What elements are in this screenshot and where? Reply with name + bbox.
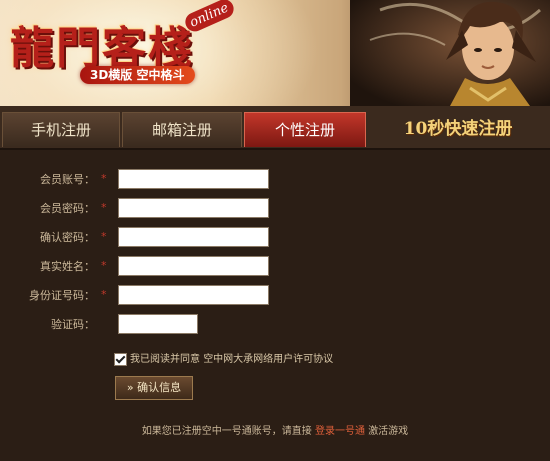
password-input[interactable] — [118, 198, 269, 218]
tab-quick-register[interactable]: 10秒快速注册 — [368, 112, 548, 146]
agreement-link[interactable]: 空中网大承网络用户许可协议 — [203, 354, 333, 365]
agreement-checkbox[interactable] — [114, 352, 127, 366]
form-row-id-number: 身份证号码： * — [0, 285, 550, 307]
id-number-input[interactable] — [118, 285, 269, 305]
required-mark: * — [101, 230, 107, 243]
tab-email-register[interactable]: 邮箱注册 — [122, 112, 242, 147]
form-row-password: 会员密码： * — [0, 198, 550, 220]
agreement-row: 我已阅读并同意 空中网大承网络用户许可协议 — [114, 350, 333, 366]
registration-tabs: 手机注册 邮箱注册 个性注册 10秒快速注册 — [0, 106, 550, 150]
login-link[interactable]: 登录一号通 — [315, 426, 365, 437]
login-hint-suffix: 激活游戏 — [368, 426, 409, 437]
logo-subtitle: 3D横版 空中格斗 — [80, 66, 195, 84]
form-row-captcha: 验证码： — [0, 314, 550, 336]
registration-form: 会员账号： * 会员密码： * 确认密码： * 真实姓名： * 身份证号码： *… — [0, 150, 550, 461]
required-mark: * — [101, 201, 107, 214]
real-name-input[interactable] — [118, 256, 269, 276]
account-label: 会员账号： — [40, 173, 95, 186]
tab-mobile-register[interactable]: 手机注册 — [2, 112, 120, 147]
account-input[interactable] — [118, 169, 269, 189]
registration-page: 龍門客棧 online 3D横版 空中格斗 手机注册 邮箱注册 个性注册 10秒… — [0, 0, 550, 461]
real-name-label: 真实姓名： — [40, 260, 95, 273]
captcha-input[interactable] — [118, 314, 198, 334]
confirm-button[interactable]: » 确认信息 — [115, 376, 193, 400]
required-mark: * — [101, 288, 107, 301]
confirm-password-label: 确认密码： — [40, 231, 95, 244]
header-banner: 龍門客棧 online 3D横版 空中格斗 — [0, 0, 550, 106]
tab-custom-register[interactable]: 个性注册 — [244, 112, 366, 147]
id-number-label: 身份证号码： — [29, 289, 95, 302]
login-hint-prefix: 如果您已注册空中一号通账号，请直接 — [141, 426, 312, 437]
password-label: 会员密码： — [40, 202, 95, 215]
agreement-text: 我已阅读并同意 — [130, 354, 200, 365]
warrior-character-art — [350, 0, 550, 106]
confirm-password-input[interactable] — [118, 227, 269, 247]
login-hint: 如果您已注册空中一号通账号，请直接 登录一号通 激活游戏 — [0, 422, 550, 437]
form-row-confirm-password: 确认密码： * — [0, 227, 550, 249]
form-row-account: 会员账号： * — [0, 169, 550, 191]
required-mark: * — [101, 172, 107, 185]
captcha-label: 验证码： — [51, 318, 95, 331]
required-mark: * — [101, 259, 107, 272]
form-row-real-name: 真实姓名： * — [0, 256, 550, 278]
